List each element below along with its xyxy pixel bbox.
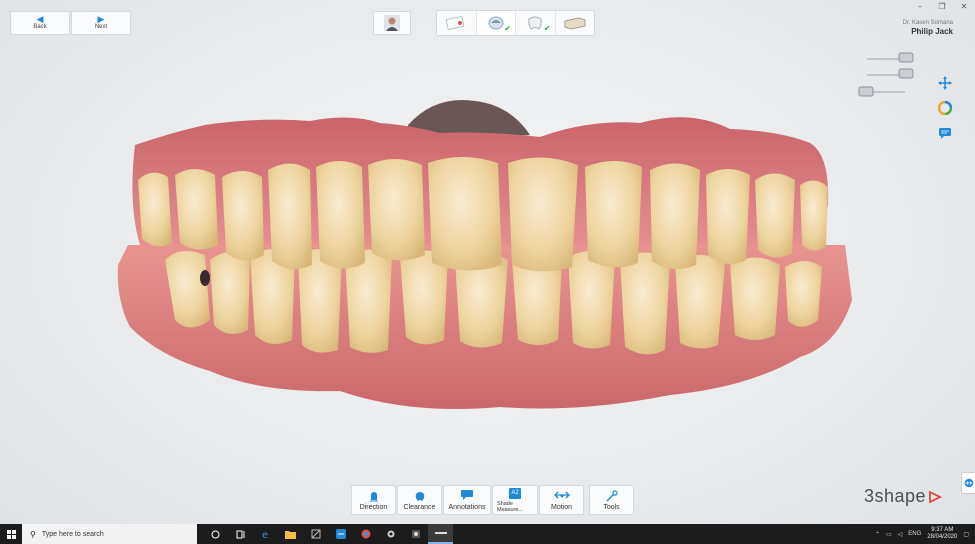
shade-measure-label: Shade Measure... [497,500,523,513]
language-indicator[interactable]: ENG [908,531,921,537]
doctor-name: Dr. Kasen Somana [902,20,953,26]
clock[interactable]: 9:37 AM 28/04/2020 [927,527,957,541]
tools-button[interactable]: Tools [589,485,634,515]
step-complete-check-icon: ✔ [504,24,511,33]
clearance-icon [415,491,424,501]
svg-text:e: e [262,530,268,539]
teamviewer-icon [335,529,346,539]
bottom-toolbar: Direction Clearance Annotations A2 Shade… [351,485,634,515]
tooth-icon [528,16,542,30]
network-icon[interactable]: ▭ [886,531,892,538]
volume-icon[interactable]: ◁ [898,531,903,538]
teamviewer-button[interactable] [328,524,353,544]
windows-logo-icon [6,529,16,539]
prescription-icon [446,16,465,30]
clock-date: 28/04/2020 [927,534,958,540]
brand-triangle-icon [929,490,943,503]
annotations-icon [461,490,473,500]
comment-icon [939,128,951,139]
brand-logo: 3shape [864,486,943,507]
start-button[interactable] [0,524,22,544]
motion-label: Motion [550,504,572,511]
comments-tool[interactable] [935,123,955,143]
back-label: Back [33,24,47,30]
app-colorful-icon [361,529,370,539]
show-hidden-icons-icon[interactable]: ⌃ [875,531,880,538]
brand-name: 3shape [864,486,927,506]
workflow-step-scan[interactable]: ✔ [476,11,516,35]
tools-icon [605,489,618,502]
windows-taskbar: ⚲ Type here to search e ⌃ ▭ ◁ ENG 9:37 A… [0,524,975,544]
edge-button[interactable]: e [253,524,278,544]
cortana-icon [211,530,220,538]
remote-support-tab[interactable] [961,472,975,494]
step-complete-check-icon: ✔ [543,24,551,33]
clearance-label: Clearance [403,504,436,511]
color-toggle[interactable] [935,98,955,118]
direction-button[interactable]: Direction [351,485,396,515]
app-button-1[interactable] [303,524,328,544]
cortana-button[interactable] [203,524,228,544]
restore-button[interactable]: ❐ [931,0,953,12]
model-icon [564,17,586,30]
app-button-4[interactable] [403,524,428,544]
jaw-slider-icon [858,52,914,97]
app-button-3shape[interactable] [428,524,453,544]
window-controls: – ❐ ✕ [909,0,975,12]
dental-3d-scan-view[interactable] [110,95,860,420]
annotations-button[interactable]: Annotations [443,485,491,515]
edge-icon: e [262,530,268,539]
jaw-visibility-sliders[interactable] [857,50,917,100]
scan-artifact [200,270,210,286]
shade-measure-icon: A2 [509,487,521,499]
app-gear-icon [387,530,394,538]
arrow-left-icon: ◀ [36,15,44,25]
app-window-icon [311,529,320,539]
search-icon: ⚲ [30,529,36,539]
taskbar-pinned-apps: e [203,524,453,544]
arrow-right-icon: ▶ [97,15,105,25]
taskbar-search-box[interactable]: ⚲ Type here to search [22,524,197,544]
file-explorer-button[interactable] [278,524,303,544]
tools-label: Tools [603,504,620,511]
direction-label: Direction [359,504,388,511]
clearance-button[interactable]: Clearance [397,485,442,515]
patient-info-button[interactable] [373,11,411,35]
task-view-icon [236,530,244,538]
notifications-icon[interactable]: ▢ [963,531,969,538]
folder-icon [285,530,296,539]
motion-icon [553,491,570,498]
upper-teeth [138,157,828,272]
workflow-steps: ✔ ✔ [436,10,595,36]
shade-measure-button[interactable]: A2 Shade Measure... [492,485,538,515]
next-label: Next [94,24,108,30]
app-settings-icon [411,530,420,538]
pan-tool[interactable] [935,73,955,93]
next-button[interactable]: ▶ Next [71,11,131,35]
user-info: Dr. Kasen Somana Philip Jack [903,20,953,36]
scan-icon [488,16,504,30]
workflow-step-send[interactable] [556,11,595,35]
clock-time: 9:37 AM [931,527,954,533]
patient-name: Philip Jack [911,27,953,36]
patient-avatar-icon [384,15,400,31]
3shape-app-icon [434,532,447,534]
minimize-button[interactable]: – [909,0,931,12]
system-tray: ⌃ ▭ ◁ ENG 9:37 AM 28/04/2020 ▢ [875,524,969,544]
motion-button[interactable]: Motion [539,485,584,515]
annotations-label: Annotations [448,504,486,511]
workflow-step-design[interactable]: ✔ [516,11,556,35]
workflow-step-prescription[interactable] [437,11,477,35]
app-button-2[interactable] [353,524,378,544]
app-button-3[interactable] [378,524,403,544]
direction-icon [369,491,378,501]
close-button[interactable]: ✕ [953,0,975,12]
back-button[interactable]: ◀ Back [10,11,70,35]
remote-support-icon [964,478,973,488]
move-icon [938,76,952,90]
search-placeholder: Type here to search [41,530,104,538]
task-view-button[interactable] [228,524,253,544]
color-wheel-icon [938,101,952,115]
